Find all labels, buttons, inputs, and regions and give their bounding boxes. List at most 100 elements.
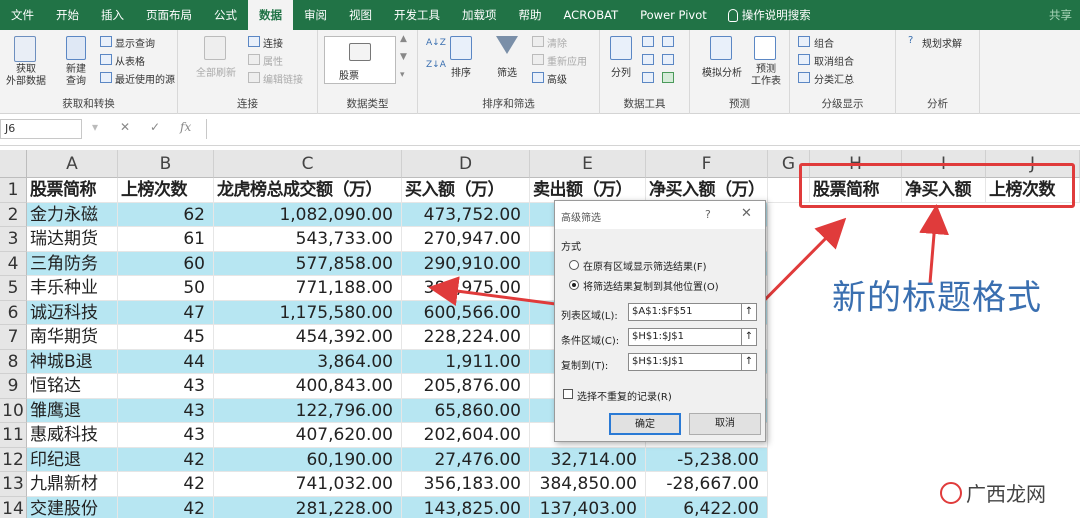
refresh-all-icon[interactable]	[204, 36, 226, 60]
gallery-down-icon[interactable]: ▼	[400, 52, 407, 62]
text-to-columns-button[interactable]: 分列	[602, 64, 640, 79]
tab-5[interactable]: 数据	[248, 0, 293, 30]
row-header-9[interactable]: 9	[0, 374, 27, 399]
get-external-data-button[interactable]: 获取 外部数据	[2, 64, 50, 88]
cancel-icon[interactable]: ✕	[120, 120, 130, 134]
tab-6[interactable]: 审阅	[293, 0, 338, 30]
table-cell[interactable]: 42	[118, 447, 214, 472]
copy-to-input[interactable]: $H$1:$J$1	[628, 353, 748, 371]
table-cell[interactable]: 43	[118, 374, 214, 399]
tell-me-search[interactable]: 操作说明搜索	[718, 7, 811, 23]
unique-records-label[interactable]: 选择不重复的记录(R)	[577, 388, 672, 403]
ok-button[interactable]: 确定	[609, 413, 681, 435]
table-cell[interactable]: 交建股份	[27, 496, 118, 518]
row-header-14[interactable]: 14	[0, 496, 27, 518]
option-in-place-radio[interactable]	[569, 260, 579, 270]
table-cell[interactable]: 32,714.00	[530, 447, 646, 472]
column-header-B[interactable]: B	[118, 150, 214, 178]
formula-input[interactable]	[206, 119, 1080, 139]
filter-icon[interactable]	[496, 36, 518, 54]
table-cell[interactable]: -5,238.00	[646, 447, 768, 472]
tab-10[interactable]: 帮助	[508, 0, 553, 30]
header-cell[interactable]: 净买入额（万）	[646, 178, 768, 203]
table-cell[interactable]: 61	[118, 227, 214, 252]
new-query-icon[interactable]	[66, 36, 86, 60]
cancel-button[interactable]: 取消	[689, 413, 761, 435]
table-cell[interactable]: 454,392.00	[214, 325, 402, 350]
share-button[interactable]: 共享	[1049, 7, 1080, 23]
row-header-12[interactable]: 12	[0, 447, 27, 472]
forecast-sheet-icon[interactable]	[754, 36, 776, 60]
table-cell[interactable]: 瑞达期货	[27, 227, 118, 252]
tab-2[interactable]: 插入	[90, 0, 135, 30]
table-cell[interactable]: 60,190.00	[214, 447, 402, 472]
header-cell[interactable]: 买入额（万）	[402, 178, 530, 203]
enter-icon[interactable]: ✓	[150, 120, 160, 134]
what-if-icon[interactable]	[710, 36, 732, 60]
ungroup-button[interactable]: 取消组合	[814, 53, 854, 68]
from-table-button[interactable]: 从表格	[115, 53, 145, 68]
insert-function-icon[interactable]: fx	[180, 120, 191, 134]
sort-asc-icon[interactable]: A↓Z	[426, 38, 446, 48]
table-cell[interactable]: 27,476.00	[402, 447, 530, 472]
table-cell[interactable]: 3,864.00	[214, 349, 402, 374]
table-cell[interactable]: 771,188.00	[214, 276, 402, 301]
header-cell[interactable]: 股票简称	[27, 178, 118, 203]
table-cell[interactable]: 228,224.00	[402, 325, 530, 350]
row-header-2[interactable]: 2	[0, 202, 27, 227]
table-cell[interactable]: 1,175,580.00	[214, 300, 402, 325]
edit-links-button[interactable]: 编辑链接	[263, 71, 303, 86]
row-header-1[interactable]: 1	[0, 178, 27, 203]
copy-to-picker-icon[interactable]: ↑	[741, 353, 757, 371]
name-box-dropdown-icon[interactable]: ▾	[92, 120, 98, 134]
flash-fill-icon[interactable]	[642, 36, 654, 47]
table-cell[interactable]: 600,566.00	[402, 300, 530, 325]
table-cell[interactable]: 137,403.00	[530, 496, 646, 518]
table-cell[interactable]: 290,910.00	[402, 251, 530, 276]
filter-button[interactable]: 筛选	[486, 64, 528, 79]
unique-records-checkbox[interactable]	[563, 389, 573, 399]
table-cell[interactable]: 雏鹰退	[27, 398, 118, 423]
table-cell[interactable]: 三角防务	[27, 251, 118, 276]
tab-0[interactable]: 文件	[0, 0, 45, 30]
table-cell[interactable]: 143,825.00	[402, 496, 530, 518]
table-cell[interactable]: 47	[118, 300, 214, 325]
select-all-corner[interactable]	[0, 150, 27, 178]
table-cell[interactable]: 43	[118, 423, 214, 448]
row-header-8[interactable]: 8	[0, 349, 27, 374]
new-query-button[interactable]: 新建 查询	[54, 64, 98, 88]
table-cell[interactable]: 400,843.00	[214, 374, 402, 399]
tab-11[interactable]: ACROBAT	[553, 0, 630, 30]
table-cell[interactable]: 惠威科技	[27, 423, 118, 448]
group-button[interactable]: 组合	[814, 35, 834, 50]
table-cell[interactable]: -28,667.00	[646, 472, 768, 497]
table-cell[interactable]: 270,947.00	[402, 227, 530, 252]
tab-8[interactable]: 开发工具	[383, 0, 451, 30]
table-cell[interactable]: 384,975.00	[402, 276, 530, 301]
reapply-button[interactable]: 重新应用	[547, 53, 587, 68]
tab-7[interactable]: 视图	[338, 0, 383, 30]
table-cell[interactable]: 43	[118, 398, 214, 423]
stocks-button[interactable]: 股票	[339, 67, 359, 82]
subtotal-button[interactable]: 分类汇总	[814, 71, 854, 86]
table-cell[interactable]: 6,422.00	[646, 496, 768, 518]
table-cell[interactable]: 543,733.00	[214, 227, 402, 252]
table-cell[interactable]: 202,604.00	[402, 423, 530, 448]
table-cell[interactable]: 1,082,090.00	[214, 202, 402, 227]
column-header-D[interactable]: D	[402, 150, 530, 178]
table-cell[interactable]: 诚迈科技	[27, 300, 118, 325]
table-cell[interactable]: 42	[118, 496, 214, 518]
advanced-filter-button[interactable]: 高级	[547, 71, 567, 86]
tab-1[interactable]: 开始	[45, 0, 90, 30]
relationships-icon[interactable]	[642, 72, 654, 83]
option-copy-label[interactable]: 将筛选结果复制到其他位置(O)	[583, 278, 719, 293]
help-icon[interactable]: ?	[705, 208, 711, 221]
data-model-icon[interactable]	[662, 72, 674, 83]
forecast-sheet-button[interactable]: 预测 工作表	[746, 64, 786, 88]
row-header-7[interactable]: 7	[0, 325, 27, 350]
table-cell[interactable]: 九鼎新材	[27, 472, 118, 497]
connections-button[interactable]: 连接	[263, 35, 283, 50]
remove-duplicates-icon[interactable]	[662, 36, 674, 47]
table-cell[interactable]: 南华期货	[27, 325, 118, 350]
table-cell[interactable]: 45	[118, 325, 214, 350]
